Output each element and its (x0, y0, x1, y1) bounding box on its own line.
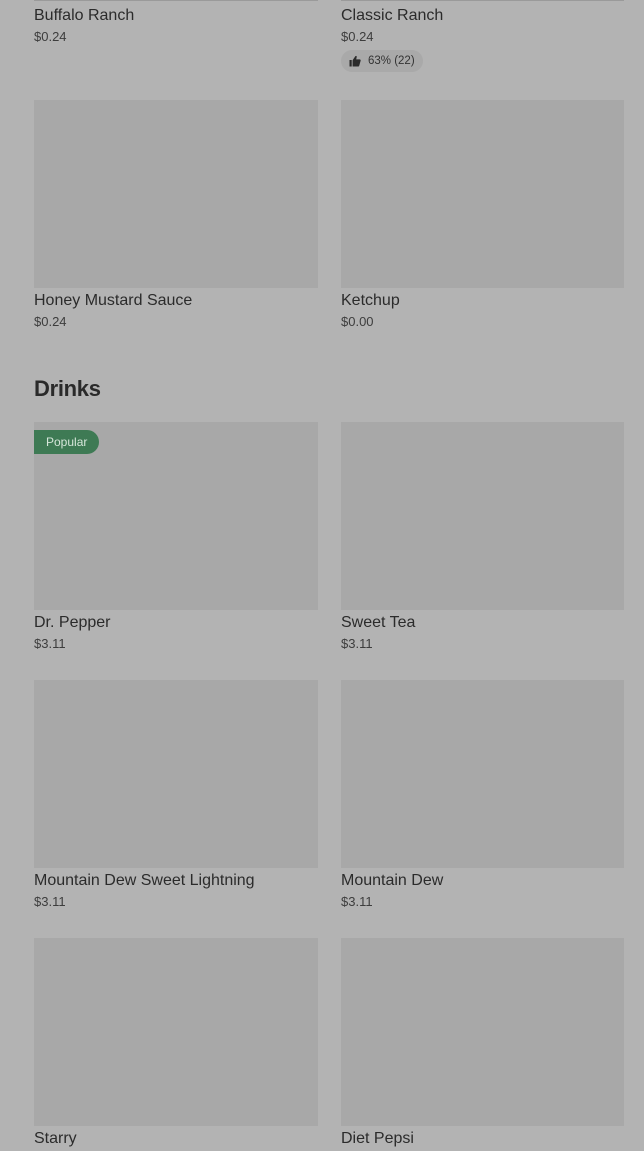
item-name: Buffalo Ranch (34, 7, 135, 24)
item-image (341, 422, 624, 610)
item-price: $3.11 (341, 894, 373, 909)
menu-item-classic-ranch[interactable]: Classic Ranch $0.24 63% (22) (341, 6, 625, 72)
rating-badge: 63% (22) (341, 50, 423, 72)
menu-item-sweet-tea[interactable]: Sweet Tea $3.11 (341, 422, 624, 652)
item-name: Diet Pepsi (341, 1130, 414, 1147)
item-name: Mountain Dew Sweet Lightning (34, 872, 255, 889)
menu-page: Buffalo Ranch $0.24 Classic Ranch $0.24 … (0, 0, 644, 1151)
item-image (341, 100, 624, 288)
item-image (341, 680, 624, 868)
item-image (34, 100, 318, 288)
menu-item-mountain-dew[interactable]: Mountain Dew $3.11 (341, 680, 624, 910)
item-price: $0.24 (341, 29, 374, 44)
divider (34, 0, 318, 1)
item-image (34, 938, 318, 1126)
menu-item-dr-pepper[interactable]: Popular Dr. Pepper $3.11 (34, 422, 318, 652)
item-name: Sweet Tea (341, 614, 416, 631)
item-image (341, 938, 624, 1126)
item-name: Ketchup (341, 292, 400, 309)
item-price: $3.11 (341, 636, 373, 651)
item-price: $3.11 (34, 894, 66, 909)
menu-item-mountain-dew-sweet-lightning[interactable]: Mountain Dew Sweet Lightning $3.11 (34, 680, 318, 910)
menu-item-buffalo-ranch[interactable]: Buffalo Ranch $0.24 (34, 6, 318, 45)
thumbs-up-icon (349, 55, 361, 67)
item-name: Classic Ranch (341, 7, 444, 24)
menu-item-ketchup[interactable]: Ketchup $0.00 (341, 100, 624, 330)
menu-item-diet-pepsi[interactable]: Diet Pepsi (341, 938, 624, 1149)
menu-item-starry[interactable]: Starry (34, 938, 318, 1149)
menu-item-honey-mustard-sauce[interactable]: Honey Mustard Sauce $0.24 (34, 100, 318, 330)
item-price: $0.00 (341, 314, 374, 329)
item-name: Starry (34, 1130, 77, 1147)
item-price: $0.24 (34, 29, 67, 44)
item-image (34, 680, 318, 868)
item-image: Popular (34, 422, 318, 610)
popular-badge: Popular (34, 430, 100, 454)
item-name: Honey Mustard Sauce (34, 292, 193, 309)
item-price: $0.24 (34, 314, 67, 329)
rating-text: 63% (22) (368, 55, 415, 67)
section-title-drinks: Drinks (34, 376, 101, 401)
item-price: $3.11 (34, 636, 66, 651)
divider (341, 0, 624, 1)
item-name: Dr. Pepper (34, 614, 111, 631)
item-name: Mountain Dew (341, 872, 444, 889)
